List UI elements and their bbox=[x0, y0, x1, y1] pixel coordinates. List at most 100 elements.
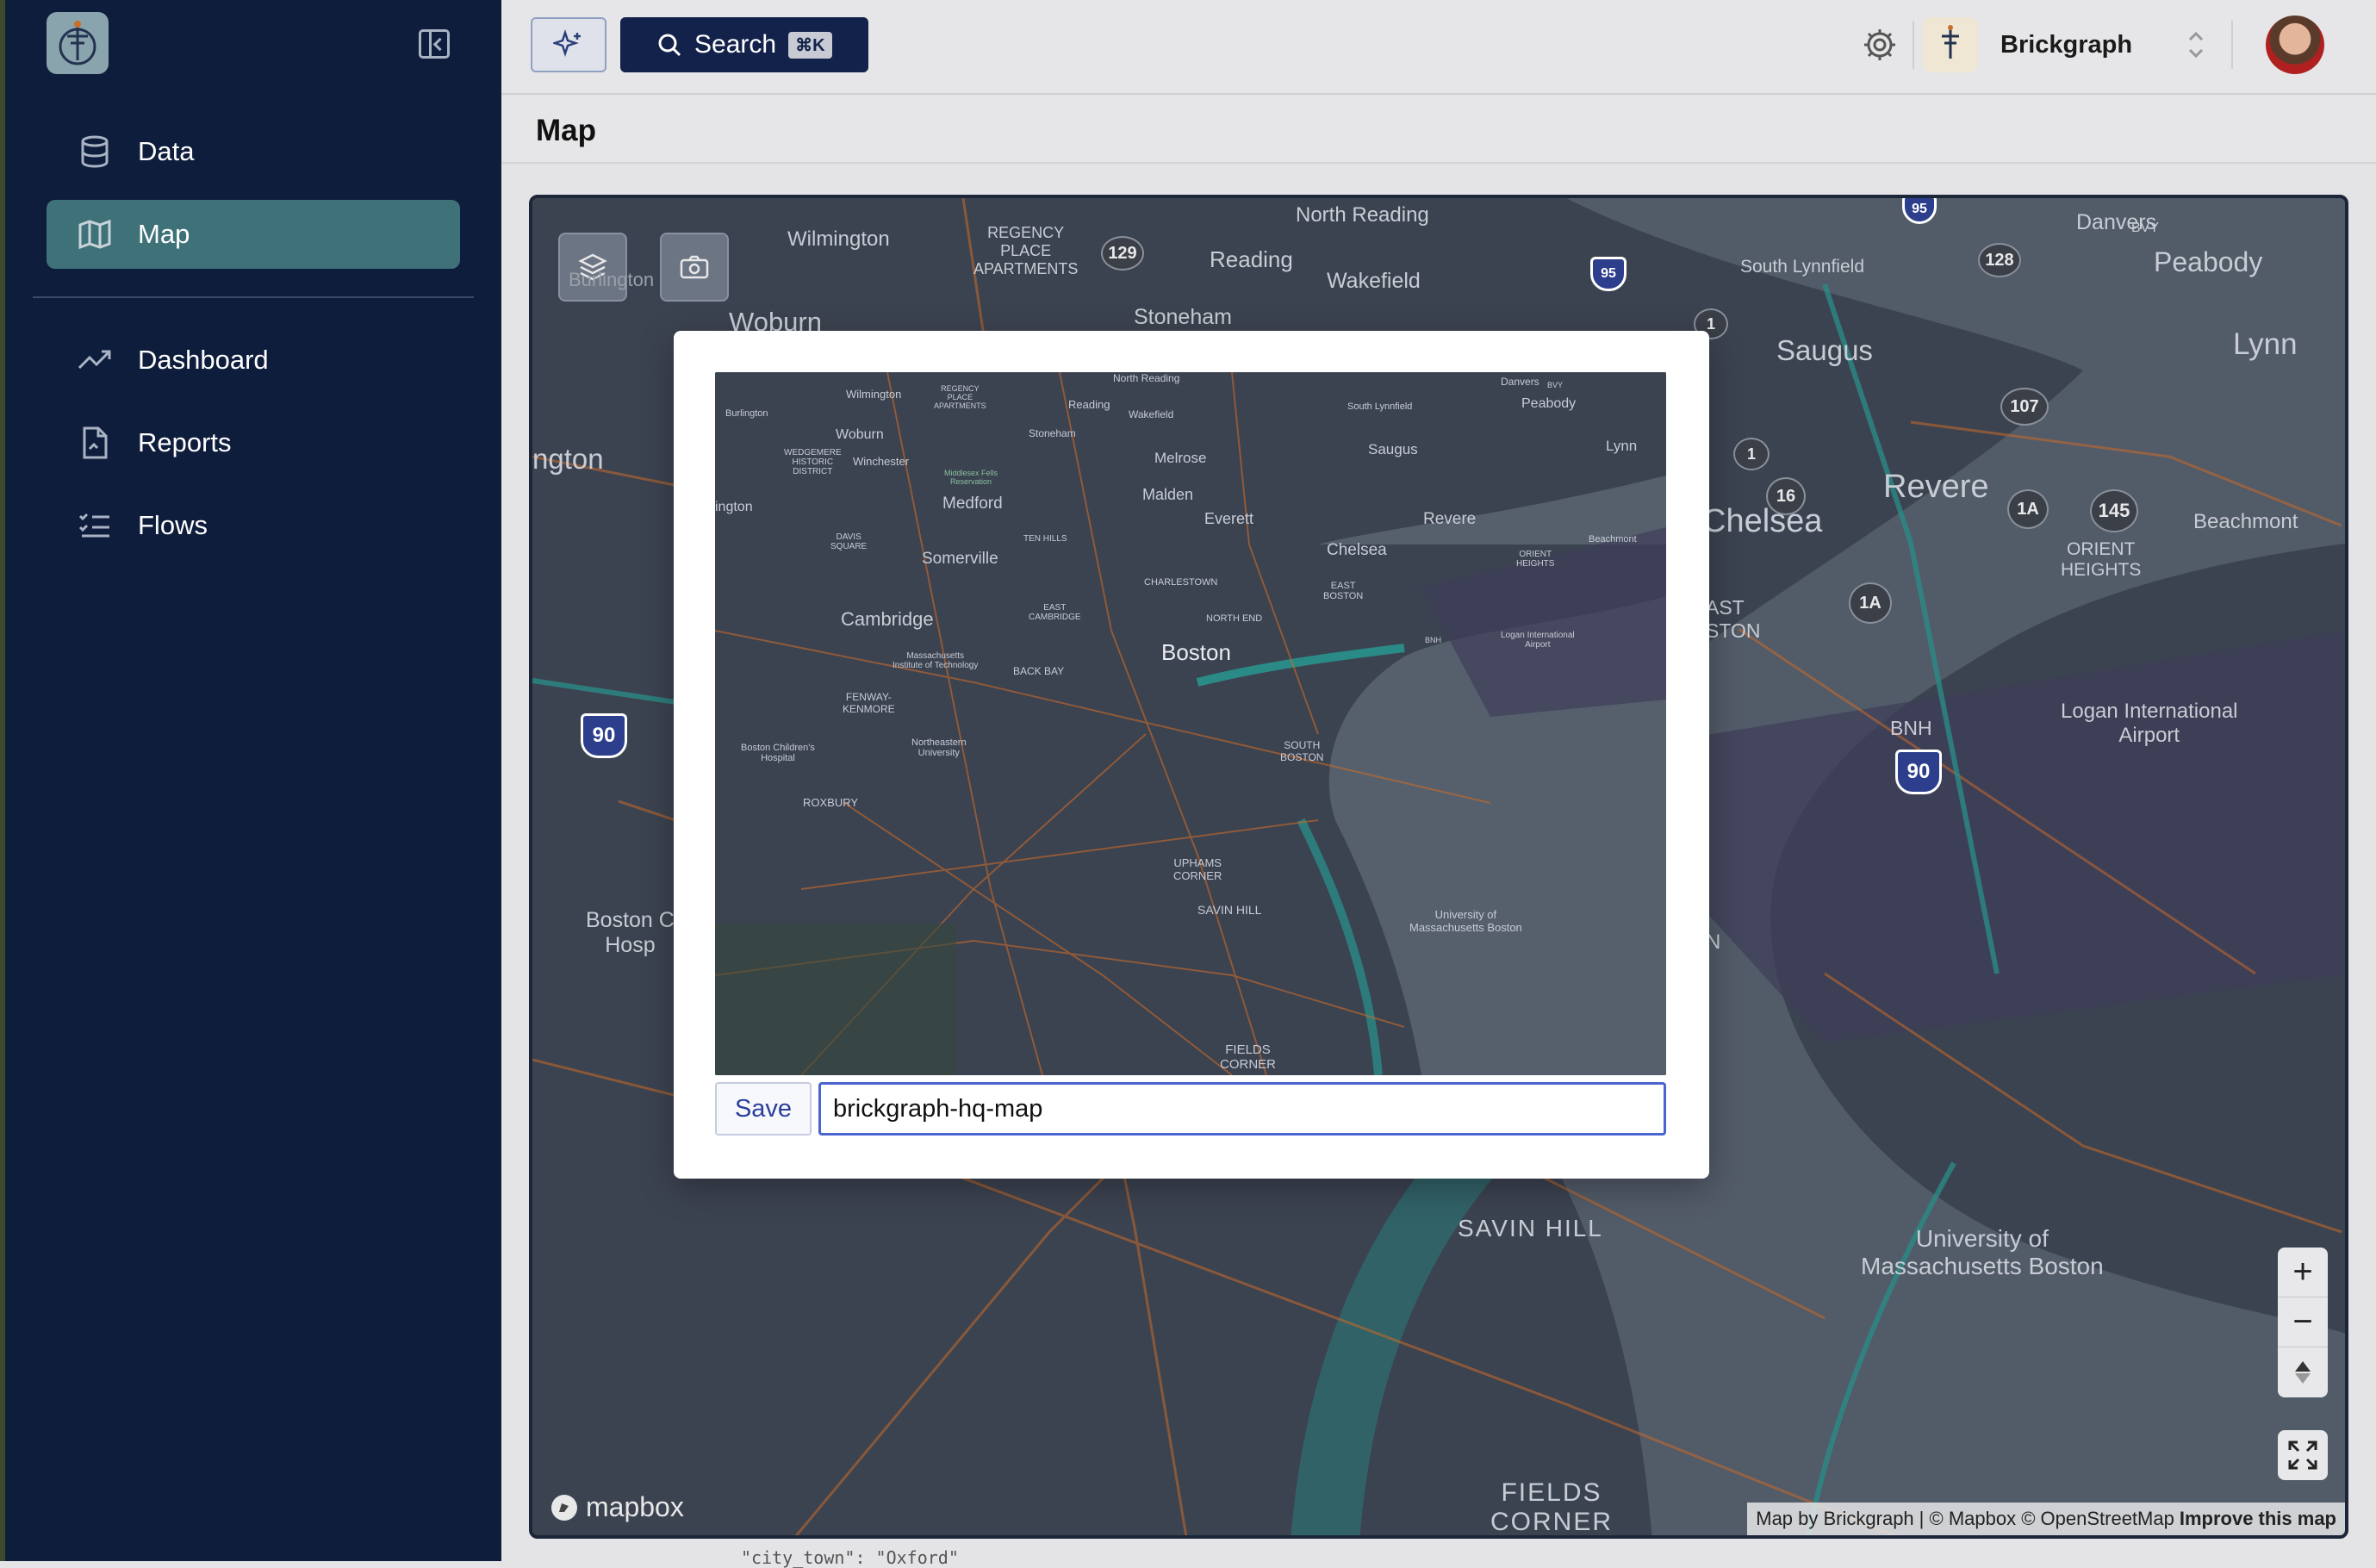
search-button[interactable]: Search ⌘K bbox=[620, 17, 868, 72]
map-label: Boston C Hosp bbox=[586, 908, 675, 957]
gear-icon[interactable] bbox=[1861, 26, 1899, 64]
layers-button[interactable] bbox=[558, 233, 627, 302]
map-label: ROXBURY bbox=[803, 796, 859, 809]
sidebar-item-data[interactable]: Data bbox=[47, 117, 460, 186]
route-marker: 145 bbox=[2090, 489, 2138, 532]
map-label: Winchester bbox=[853, 455, 910, 468]
background-code-snippet: "city_town": "Oxford" bbox=[741, 1547, 959, 1568]
map-label: Stoneham bbox=[1134, 305, 1232, 329]
database-icon bbox=[69, 134, 121, 169]
map-label: Everett bbox=[1204, 510, 1254, 527]
map-label: FENWAY- KENMORE bbox=[843, 691, 895, 715]
map-label: NORTH END bbox=[1206, 613, 1263, 624]
screenshot-button[interactable] bbox=[660, 233, 729, 302]
map-label: UPHAMS CORNER bbox=[1173, 856, 1222, 882]
route-marker: 1A bbox=[2007, 489, 2049, 529]
map-label: Saugus bbox=[1776, 334, 1873, 366]
zoom-out-button[interactable]: − bbox=[2278, 1297, 2328, 1347]
zoom-controls: + − bbox=[2278, 1248, 2328, 1397]
map-label: Beachmont bbox=[1589, 534, 1637, 544]
map-label: Wilmington bbox=[787, 227, 890, 251]
route-marker: 16 bbox=[1766, 477, 1806, 515]
ai-sparkles-button[interactable] bbox=[531, 17, 606, 72]
divider bbox=[1913, 21, 1914, 69]
map-label: Reading bbox=[1068, 398, 1110, 411]
map-label: Burlington bbox=[725, 408, 768, 419]
sidebar-item-dashboard[interactable]: Dashboard bbox=[47, 326, 460, 395]
preview-map-image bbox=[715, 372, 1666, 1075]
page-title: Map bbox=[536, 114, 596, 147]
route-marker: 129 bbox=[1101, 236, 1144, 271]
map-label: EAST CAMBRIDGE bbox=[1029, 603, 1081, 622]
map-label: DAVIS SQUARE bbox=[830, 532, 868, 551]
sidebar-item-label: Flows bbox=[138, 510, 208, 540]
map-label: Woburn bbox=[836, 427, 884, 442]
map-label: Massachusetts Institute of Technology bbox=[893, 651, 979, 670]
map-label: Boston bbox=[1161, 639, 1231, 665]
map-label: South Lynnfield bbox=[1347, 401, 1413, 412]
map-label: Wakefield bbox=[1129, 408, 1174, 420]
sidebar: Data Map Dashboard Reports Flows bbox=[0, 0, 501, 1561]
attribution-by[interactable]: Map by Brickgraph bbox=[1756, 1508, 1913, 1530]
route-marker: 107 bbox=[2000, 388, 2049, 426]
mapbox-logo[interactable]: mapbox bbox=[550, 1491, 684, 1523]
list-checks-icon bbox=[69, 508, 121, 543]
improve-map-link[interactable]: Improve this map bbox=[2180, 1508, 2336, 1530]
map-label: ngton bbox=[532, 443, 604, 475]
map-label: Stoneham bbox=[1029, 427, 1076, 439]
fullscreen-icon bbox=[2288, 1440, 2317, 1470]
map-label: ington bbox=[715, 500, 753, 514]
map-label: WEDGEMERE HISTORIC DISTRICT bbox=[784, 448, 842, 476]
map-label: BNH bbox=[1890, 717, 1932, 739]
zoom-in-button[interactable]: + bbox=[2278, 1248, 2328, 1297]
map-label: FIELDS CORNER bbox=[1220, 1042, 1277, 1072]
route-marker: 1 bbox=[1733, 438, 1770, 470]
map-label: Middlesex Fells Reservation bbox=[944, 469, 998, 486]
map-label: Logan International Airport bbox=[2061, 700, 2238, 747]
avatar[interactable] bbox=[2266, 16, 2324, 74]
map-label: ORIENT HEIGHTS bbox=[2061, 539, 2142, 580]
save-screenshot-dialog: North Reading Wilmington REGENCY PLACE A… bbox=[674, 331, 1709, 1179]
map-label: AST STON bbox=[1706, 596, 1761, 642]
map-label: Burlington bbox=[569, 269, 655, 290]
chevrons-up-down-icon[interactable] bbox=[2183, 24, 2209, 65]
org-name[interactable]: Brickgraph bbox=[2000, 31, 2132, 59]
compass-button[interactable] bbox=[2278, 1347, 2328, 1397]
save-button[interactable]: Save bbox=[715, 1082, 812, 1136]
map-label: North Reading bbox=[1296, 203, 1429, 227]
map-label: REGENCY PLACE APARTMENTS bbox=[973, 224, 1079, 277]
map-label: South Lynnfield bbox=[1740, 257, 1864, 277]
brickgraph-logo[interactable] bbox=[47, 12, 109, 74]
interstate-shield: 95 bbox=[1590, 257, 1627, 291]
map-label: Saugus bbox=[1368, 441, 1418, 457]
sidebar-item-map[interactable]: Map bbox=[47, 200, 460, 269]
map-label: Lynn bbox=[1606, 438, 1638, 454]
interstate-shield: 90 bbox=[1895, 750, 1942, 794]
map-label: SOUTH BOSTON bbox=[1280, 739, 1324, 763]
window-edge bbox=[0, 0, 5, 1561]
map-label: Reading bbox=[1210, 246, 1293, 272]
map-label: Melrose bbox=[1154, 450, 1207, 466]
fullscreen-button[interactable] bbox=[2278, 1430, 2328, 1480]
divider bbox=[2231, 21, 2233, 69]
map-label: Wakefield bbox=[1327, 269, 1421, 293]
filename-input[interactable] bbox=[818, 1082, 1666, 1136]
route-marker: 128 bbox=[1978, 243, 2021, 277]
collapse-sidebar-icon[interactable] bbox=[419, 29, 450, 59]
map-label: Lynn bbox=[2233, 327, 2298, 361]
search-icon bbox=[658, 34, 681, 57]
map-label: Beachmont bbox=[2193, 510, 2298, 533]
map-label: BACK BAY bbox=[1013, 665, 1065, 677]
file-icon bbox=[69, 426, 121, 460]
map-label: Revere bbox=[1423, 510, 1477, 528]
sidebar-item-reports[interactable]: Reports bbox=[47, 408, 460, 477]
map-label: EAST BOSTON bbox=[1323, 581, 1364, 601]
map-label: University of Massachusetts Boston bbox=[1409, 908, 1522, 934]
search-label: Search bbox=[694, 30, 777, 59]
attribution-osm[interactable]: | © Mapbox © OpenStreetMap bbox=[1919, 1508, 2174, 1530]
sidebar-item-flows[interactable]: Flows bbox=[47, 491, 460, 560]
interstate-shield: 90 bbox=[581, 713, 627, 758]
map-label: CHARLESTOWN bbox=[1144, 577, 1218, 588]
map-label: Northeastern University bbox=[911, 737, 967, 758]
sparkles-icon bbox=[553, 29, 581, 57]
